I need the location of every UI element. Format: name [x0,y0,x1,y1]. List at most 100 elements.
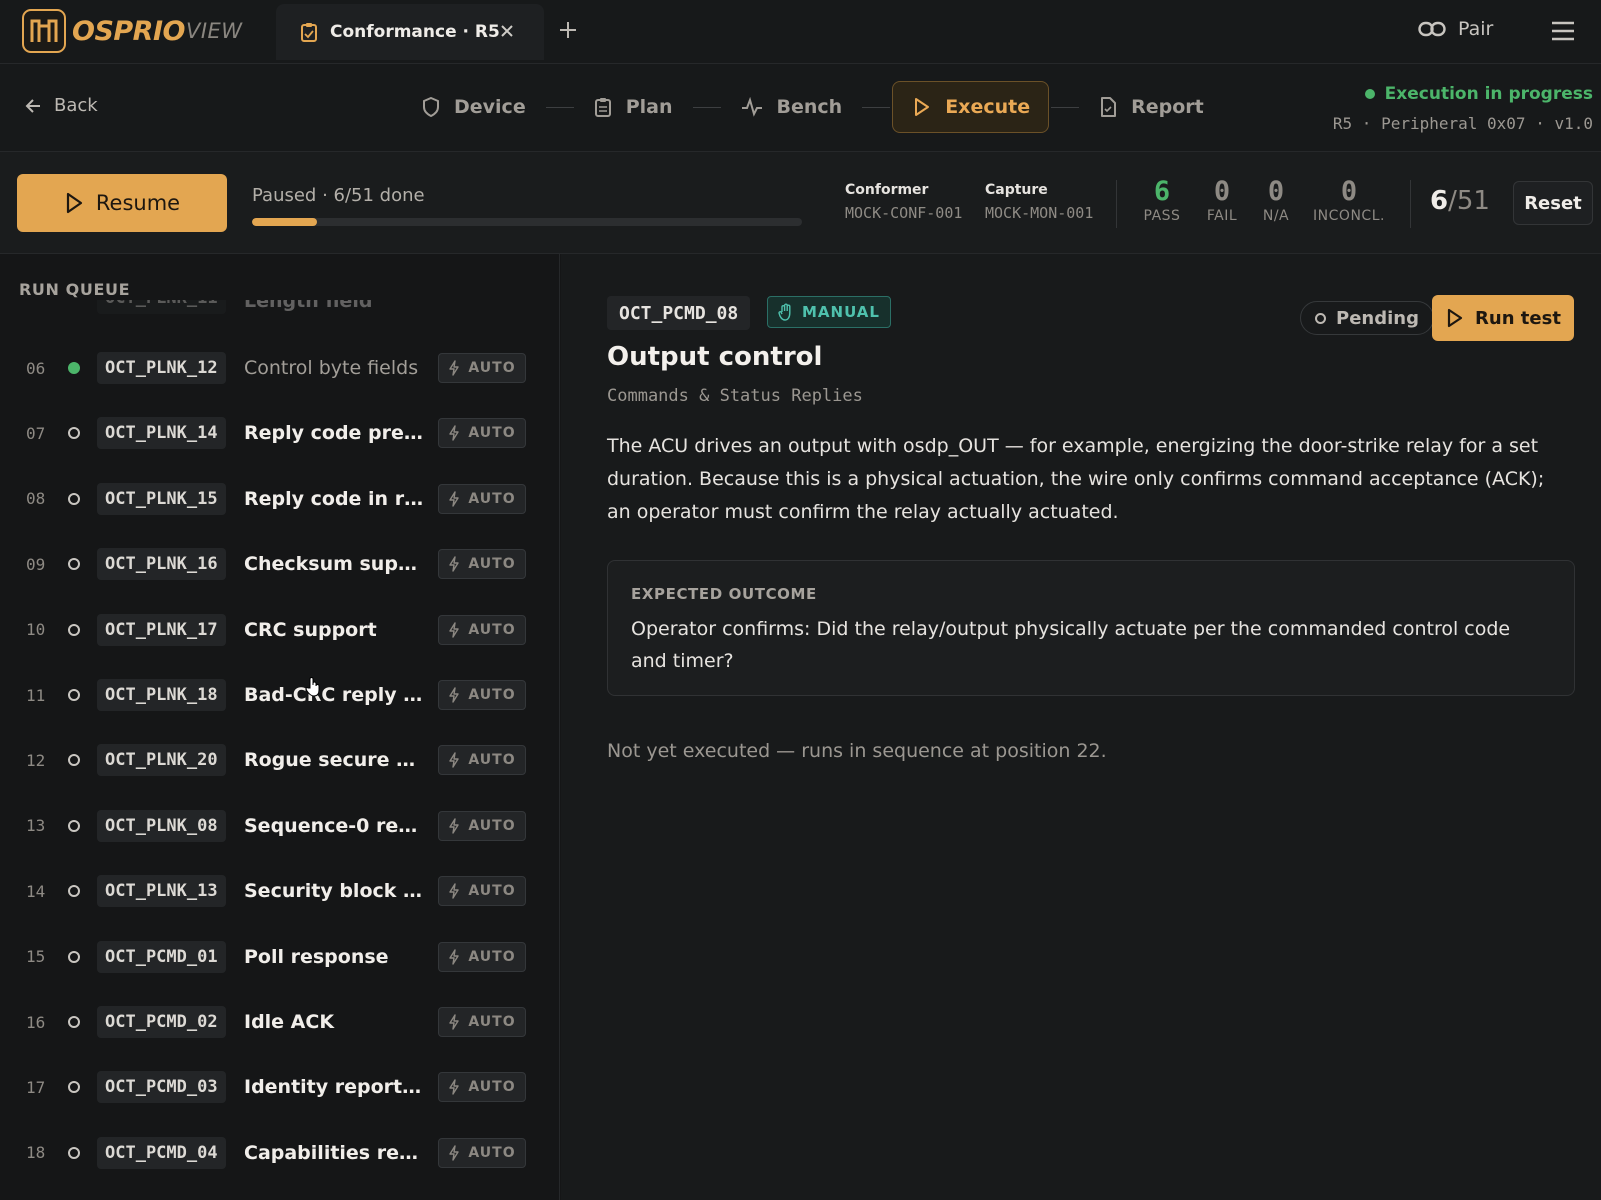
clipboard-icon [301,23,317,42]
menu-icon[interactable] [1550,20,1576,42]
pair-button[interactable]: Pair [1418,18,1493,40]
queue-row[interactable]: 16 OCT_PCMD_02 Idle ACK AUTO [0,1002,559,1042]
row-name: Rogue secure poll [244,749,424,772]
auto-badge: AUTO [438,614,526,645]
play-icon [1447,308,1463,328]
lightning-icon [449,425,460,442]
conformer-value: MOCK-CONF-001 [845,204,963,222]
row-number: 14 [26,881,46,901]
step-divider [1051,106,1080,108]
stat-label: INCONCL. [1313,208,1385,224]
expected-outcome: EXPECTED OUTCOME Operator confirms: Did … [607,560,1575,696]
queue-row[interactable]: 09 OCT_PLNK_16 Checksum support AUTO [0,544,559,584]
queue-partial-row[interactable]: OCT_PLNK_11 Length field [0,300,559,318]
auto-label: AUTO [468,621,516,638]
step-divider [545,106,574,108]
stat-fail: 0 FAIL [1198,176,1246,224]
queue-row[interactable]: 17 OCT_PCMD_03 Identity report (P... AUTO [0,1067,559,1107]
progress-fill [252,218,317,226]
step-label: Report [1131,96,1204,118]
lightning-icon [449,1145,460,1161]
row-code: OCT_PCMD_03 [97,1071,226,1104]
tab-label: Conformance · R5 [330,22,500,42]
close-icon[interactable] [500,24,514,38]
queue-row[interactable]: 10 OCT_PLNK_17 CRC support AUTO [0,610,559,650]
capture-label: Capture [985,182,1048,198]
capture-value: MOCK-MON-001 [985,204,1094,222]
run-test-button[interactable]: Run test [1432,295,1574,341]
app-logo[interactable]: OSPRIO VIEW [22,9,243,53]
row-name: Reply code present [244,422,424,445]
arrow-left-icon [25,98,40,113]
auto-badge: AUTO [438,745,526,776]
queue-row[interactable]: 07 OCT_PLNK_14 Reply code present AUTO [0,413,559,453]
auto-label: AUTO [468,948,516,965]
auto-label: AUTO [468,752,516,769]
step-list: Device Plan Bench Execute Report [404,81,1222,133]
pending-status-icon [68,492,80,505]
queue-row[interactable]: 12 OCT_PLNK_20 Rogue secure poll AUTO [0,740,559,780]
row-code: OCT_PLNK_15 [97,482,226,515]
pending-status-icon [68,819,80,832]
row-code: OCT_PLNK_13 [97,875,226,908]
add-tab-icon[interactable] [558,20,578,40]
conformer-info: Conformer MOCK-CONF-001 [845,182,962,222]
step-plan[interactable]: Plan [576,81,691,133]
lightning-icon [449,621,460,638]
row-number: 06 [26,358,46,378]
progress-bar [252,218,802,226]
reset-button[interactable]: Reset [1513,181,1593,225]
auto-badge: AUTO [438,680,526,710]
pending-status-icon [68,623,80,636]
queue-row[interactable]: 15 OCT_PCMD_01 Poll response AUTO [0,937,559,977]
execution-note: Not yet executed — runs in sequence at p… [607,740,1107,762]
row-number: 09 [26,554,46,574]
pending-status-icon [68,950,80,963]
lightning-icon [449,818,460,834]
step-report[interactable]: Report [1081,81,1222,133]
row-number: 07 [26,423,46,443]
row-code: OCT_PCMD_02 [97,1006,226,1038]
stat-value: 0 [1267,176,1285,207]
auto-label: AUTO [468,425,516,442]
queue-row[interactable]: 11 OCT_PLNK_18 Bad-CRC reply de... AUTO [0,675,559,715]
queue-row[interactable]: 14 OCT_PLNK_13 Security block par... AUTO [0,871,559,911]
clipboard-icon [594,98,611,117]
stat-na: 0 N/A [1252,176,1300,224]
auto-badge: AUTO [438,810,526,841]
lightning-icon [449,360,460,376]
back-button[interactable]: Back [24,95,98,116]
row-number: 08 [26,489,46,509]
queue-row[interactable]: 08 OCT_PLNK_15 Reply code in range AUTO [0,479,559,519]
test-code: OCT_PCMD_08 [607,296,751,330]
queue-row[interactable]: 06 OCT_PLNK_12 Control byte fields AUTO [0,348,559,388]
step-navigation: Back Device Plan Bench Execute Report Ex… [0,64,1601,152]
auto-label: AUTO [468,360,516,376]
status-text: Execution in progress [1384,84,1593,104]
step-execute[interactable]: Execute [892,81,1050,133]
outcome-text: Operator confirms: Did the relay/output … [631,618,1511,672]
outcome-label: EXPECTED OUTCOME [631,585,817,603]
top-bar: OSPRIO VIEW Conformance · R5 Pair [0,0,1601,64]
row-code: OCT_PLNK_20 [97,744,226,777]
row-code: OCT_PLNK_14 [97,417,226,450]
row-name: Bad-CRC reply de... [244,684,424,706]
row-name: Security block par... [244,880,424,903]
file-icon [1101,97,1117,117]
row-number: 18 [26,1143,46,1163]
queue-row[interactable]: 13 OCT_PLNK_08 Sequence-0 restart AUTO [0,806,559,846]
auto-badge: AUTO [438,1007,526,1037]
step-label: Device [454,96,526,118]
hand-icon [778,303,791,321]
row-code: OCT_PCMD_01 [97,940,226,973]
status-label: Pending [1336,307,1419,329]
lightning-icon [449,752,460,769]
play-icon [915,98,930,116]
tab-conformance[interactable]: Conformance · R5 [276,4,544,60]
queue-row[interactable]: 18 OCT_PCMD_04 Capabilities repor... AUTO [0,1133,559,1173]
auto-badge: AUTO [438,549,526,580]
step-bench[interactable]: Bench [723,81,861,133]
row-code: OCT_PLNK_08 [97,809,226,842]
resume-button[interactable]: Resume [17,174,227,232]
step-device[interactable]: Device [404,81,544,133]
